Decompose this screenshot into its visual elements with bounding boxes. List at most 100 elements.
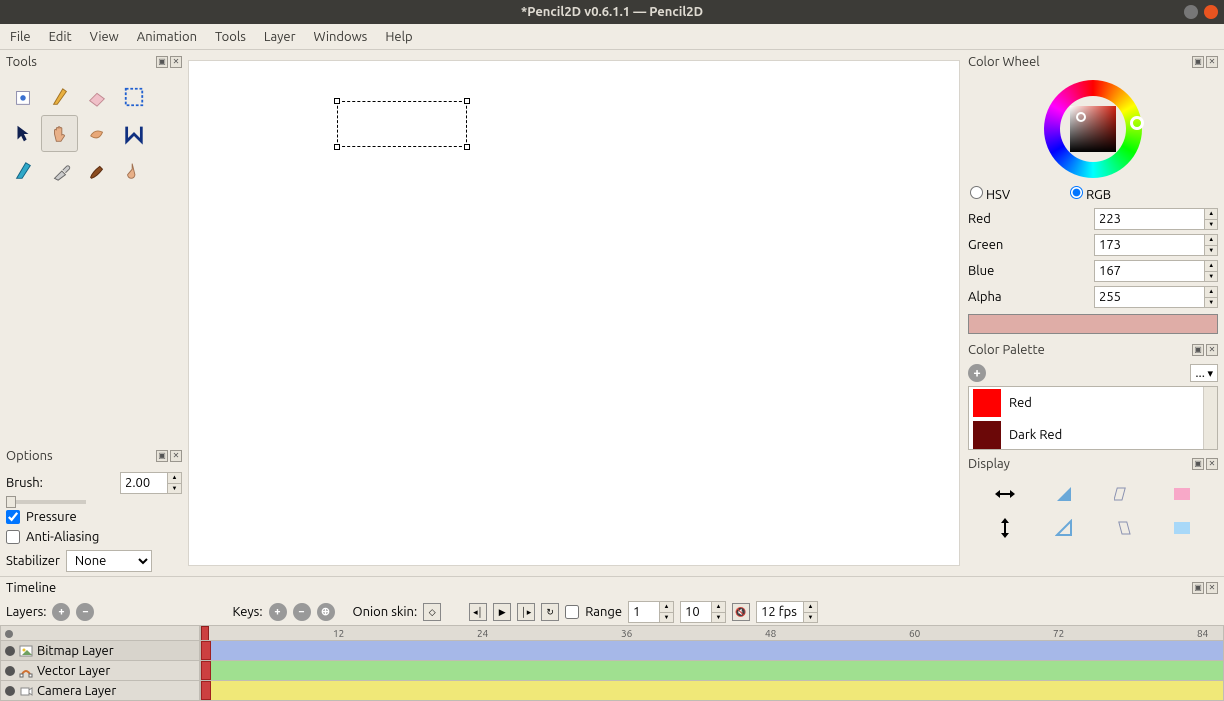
pencil-tool[interactable] — [41, 78, 78, 115]
bucket-tool[interactable] — [115, 152, 152, 189]
smudge-tool[interactable] — [78, 115, 115, 152]
onion-prev-color[interactable] — [1153, 478, 1210, 510]
pen-tool[interactable] — [4, 152, 41, 189]
onion-prev-button[interactable] — [1094, 478, 1151, 510]
duplicate-key-button[interactable]: ⊕ — [317, 603, 335, 621]
undock-icon[interactable]: ▣ — [1192, 56, 1204, 68]
spin-down-icon[interactable]: ▼ — [168, 484, 181, 494]
hand-tool[interactable] — [41, 115, 78, 152]
fps-input[interactable] — [757, 602, 803, 622]
layer-row[interactable]: Bitmap Layer — [0, 641, 200, 661]
spin-up-icon[interactable]: ▲ — [660, 602, 673, 613]
range-end-input[interactable] — [681, 602, 711, 622]
rgb-radio-label[interactable]: RGB — [1070, 186, 1111, 202]
spin-down-icon[interactable]: ▼ — [660, 613, 673, 623]
red-input[interactable] — [1095, 209, 1204, 229]
first-frame-button[interactable]: ◂│ — [469, 603, 487, 621]
color-wheel[interactable] — [1044, 80, 1142, 178]
close-button[interactable] — [1204, 5, 1218, 19]
undock-icon[interactable]: ▣ — [1192, 344, 1204, 356]
sv-cursor-icon[interactable] — [1076, 112, 1086, 122]
blue-input[interactable] — [1095, 261, 1204, 281]
selection-handle-nw[interactable] — [334, 98, 340, 104]
palette-item[interactable]: Dark Red — [969, 419, 1217, 450]
mirror-h-button[interactable] — [976, 478, 1033, 510]
range-start-spinbox[interactable]: ▲▼ — [628, 601, 674, 623]
undock-icon[interactable]: ▣ — [156, 450, 168, 462]
spin-down-icon[interactable]: ▼ — [1205, 298, 1217, 308]
pressure-checkbox[interactable] — [6, 510, 20, 524]
keyframe[interactable] — [201, 681, 211, 700]
menu-windows[interactable]: Windows — [314, 30, 368, 44]
remove-key-button[interactable]: − — [293, 603, 311, 621]
close-icon[interactable]: ✕ — [1206, 344, 1218, 356]
spin-down-icon[interactable]: ▼ — [712, 613, 725, 623]
undock-icon[interactable]: ▣ — [156, 56, 168, 68]
menu-help[interactable]: Help — [385, 30, 412, 44]
spin-up-icon[interactable]: ▲ — [804, 602, 817, 613]
select-tool[interactable] — [115, 78, 152, 115]
clear-tool[interactable] — [4, 78, 41, 115]
thin-lines-button[interactable] — [1035, 478, 1092, 510]
palette-list[interactable]: Red Dark Red — [968, 386, 1218, 450]
undock-icon[interactable]: ▣ — [1192, 458, 1204, 470]
track-camera[interactable] — [200, 681, 1224, 701]
selection-rect[interactable] — [337, 101, 467, 147]
mirror-v-button[interactable] — [976, 512, 1033, 544]
track-vector[interactable] — [200, 661, 1224, 681]
selection-handle-se[interactable] — [464, 144, 470, 150]
spin-up-icon[interactable]: ▲ — [712, 602, 725, 613]
spin-up-icon[interactable]: ▲ — [1205, 209, 1217, 220]
brush-size-input[interactable] — [121, 473, 167, 493]
spin-up-icon[interactable]: ▲ — [1205, 287, 1217, 298]
polyline-tool[interactable] — [115, 115, 152, 152]
menu-tools[interactable]: Tools — [215, 30, 246, 44]
palette-menu-button[interactable]: ... ▾ — [1190, 364, 1218, 382]
loop-button[interactable]: ↻ — [541, 603, 559, 621]
undock-icon[interactable]: ▣ — [1192, 582, 1204, 594]
layer-visibility-header[interactable] — [0, 625, 200, 641]
timeline-ruler[interactable]: 12 24 36 48 60 72 84 — [200, 625, 1224, 641]
playhead[interactable] — [201, 626, 209, 641]
visibility-icon[interactable] — [5, 686, 15, 696]
brush-slider[interactable] — [6, 500, 86, 504]
keyframe[interactable] — [201, 641, 211, 660]
hsv-radio[interactable] — [970, 186, 983, 199]
visibility-icon[interactable] — [5, 646, 15, 656]
current-color-swatch[interactable] — [968, 314, 1218, 334]
blue-spinbox[interactable]: ▲▼ — [1094, 260, 1218, 282]
close-icon[interactable]: ✕ — [170, 450, 182, 462]
close-icon[interactable]: ✕ — [170, 56, 182, 68]
close-icon[interactable]: ✕ — [1206, 582, 1218, 594]
brush-size-spinbox[interactable]: ▲▼ — [120, 472, 182, 494]
sound-button[interactable]: 🔇 — [732, 603, 750, 621]
layer-row[interactable]: Camera Layer — [0, 681, 200, 701]
close-icon[interactable]: ✕ — [1206, 458, 1218, 470]
remove-layer-button[interactable]: − — [76, 603, 94, 621]
spin-up-icon[interactable]: ▲ — [1205, 261, 1217, 272]
menu-edit[interactable]: Edit — [49, 30, 72, 44]
palette-item[interactable]: Red — [969, 387, 1217, 419]
minimize-button[interactable] — [1184, 5, 1198, 19]
add-color-button[interactable]: + — [968, 364, 986, 382]
canvas[interactable] — [188, 60, 960, 566]
red-spinbox[interactable]: ▲▼ — [1094, 208, 1218, 230]
menu-view[interactable]: View — [90, 30, 119, 44]
menu-layer[interactable]: Layer — [264, 30, 296, 44]
selection-handle-sw[interactable] — [334, 144, 340, 150]
alpha-input[interactable] — [1095, 287, 1204, 307]
range-start-input[interactable] — [629, 602, 659, 622]
play-button[interactable]: ▶ — [493, 603, 511, 621]
close-icon[interactable]: ✕ — [1206, 56, 1218, 68]
onion-next-color[interactable] — [1153, 512, 1210, 544]
add-layer-button[interactable]: + — [52, 603, 70, 621]
rgb-radio[interactable] — [1070, 186, 1083, 199]
range-checkbox[interactable] — [565, 605, 579, 619]
spin-down-icon[interactable]: ▼ — [1205, 246, 1217, 256]
spin-down-icon[interactable]: ▼ — [1205, 220, 1217, 230]
antialias-checkbox[interactable] — [6, 530, 20, 544]
visibility-icon[interactable] — [5, 666, 15, 676]
scrollbar[interactable] — [1203, 387, 1217, 449]
onion-next-button[interactable] — [1094, 512, 1151, 544]
green-input[interactable] — [1095, 235, 1204, 255]
